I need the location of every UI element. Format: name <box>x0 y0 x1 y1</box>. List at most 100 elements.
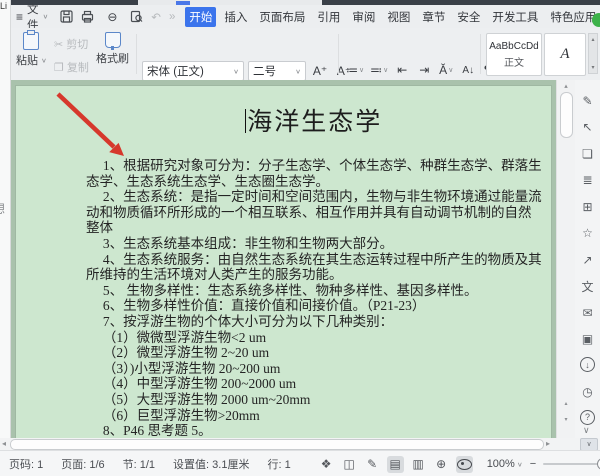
horizontal-scrollbar[interactable]: ◂ ▸ ∨ <box>0 438 600 451</box>
eye-protection-button[interactable] <box>455 455 473 473</box>
horizontal-scrollbar-thumb[interactable] <box>10 439 544 450</box>
panel-tool-icon[interactable]: ☆ <box>579 225 596 242</box>
style-normal-button[interactable]: AaBbCcDd 正文 <box>486 33 542 76</box>
scroll-up-icon: ▴ <box>591 37 595 43</box>
text-cursor <box>244 109 247 133</box>
panel-tool-icon[interactable]: ▣ <box>579 331 596 348</box>
outline-view-button[interactable]: ▥ <box>410 456 427 473</box>
hamburger-menu-icon: ≡ <box>16 9 24 24</box>
menu-tab[interactable]: 开发工具 <box>488 7 542 27</box>
chevron-down-icon: ∨ <box>448 67 454 74</box>
numbered-list-icon: ≕ <box>370 63 383 77</box>
more-commands-button[interactable]: » <box>169 11 175 23</box>
copy-icon: ❐ <box>54 61 64 74</box>
zoom-level-value: 100% <box>486 458 515 470</box>
character-scale-button[interactable]: Ă ∨ <box>436 61 456 79</box>
doc-paragraph: （4）中型浮游生物 200~2000 um <box>102 376 297 392</box>
panel-tool-icon[interactable]: ⊞ <box>579 198 596 215</box>
vertical-scrollbar-thumb[interactable] <box>560 92 573 138</box>
font-name-combobox[interactable]: 宋体 (正文) ∨ <box>142 61 244 81</box>
doc-paragraph: 1、根据研究对象可分为：分子生态学、个体生态学、种群生态学、群落生态学、生态系统… <box>86 158 542 189</box>
print-button[interactable] <box>81 10 94 23</box>
menu-tab[interactable]: 审阅 <box>348 7 379 27</box>
panel-collapse-chevron-icon[interactable]: ∨ <box>583 425 590 436</box>
font-size-combobox[interactable]: 二号 ∨ <box>248 61 306 81</box>
two-page-view-button[interactable]: ◫ <box>341 456 358 473</box>
web-view-button[interactable]: ⊕ <box>433 456 450 473</box>
copy-label: 复制 <box>66 62 89 74</box>
scroll-right-icon[interactable]: ▸ <box>546 439 550 448</box>
status-section: 节: 1/1 <box>122 459 156 471</box>
zoom-slider[interactable] <box>543 458 600 470</box>
status-page-number: 页码: 1 <box>9 459 44 471</box>
save-button[interactable] <box>60 10 73 23</box>
menu-tab[interactable]: 引用 <box>313 7 344 27</box>
copy-button[interactable]: ❐ 复制 <box>54 59 89 75</box>
chevron-down-icon: ∨ <box>295 67 301 75</box>
panel-tool-icon[interactable]: ≣ <box>579 172 596 189</box>
doc-paragraph: （6）巨型浮游生物>20mm <box>102 407 260 423</box>
menu-tab[interactable]: 页面布局 <box>255 7 309 27</box>
panel-tool-icon[interactable]: ✉ <box>579 304 596 321</box>
wps-writer-window: ≡ 文件 ∨ ⊖ ↶ » 开始插入页面布局引用审阅视图章节安全开发工具特色应用文… <box>0 0 600 476</box>
next-page-button[interactable]: ▾ <box>557 416 575 423</box>
panel-tool-icon[interactable]: ❏ <box>579 145 596 162</box>
document-body: 1、根据研究对象可分为：分子生态学、个体生态学、种群生态学、群落生态学、生态系统… <box>86 158 543 438</box>
zoom-out-button[interactable]: − <box>530 458 536 470</box>
menu-tab[interactable]: 插入 <box>220 7 251 27</box>
separator <box>136 34 137 74</box>
doc-paragraph: 7、按浮游生物的个体大小可分为以下几种类别： <box>102 313 394 329</box>
menu-tab[interactable]: 视图 <box>383 7 414 27</box>
panel-tool-icon[interactable]: ↖ <box>579 119 596 136</box>
chevron-down-icon: ∨ <box>41 56 47 64</box>
scroll-down-icon: ▾ <box>591 65 595 71</box>
paste-label: 粘贴 <box>16 55 38 67</box>
cut-label: 剪切 <box>66 39 89 51</box>
character-scale-icon: Ă <box>439 63 448 77</box>
red-annotation-arrow <box>56 92 124 156</box>
previous-page-button[interactable]: ▴ <box>557 400 575 407</box>
numbered-list-button[interactable]: ≕ ∨ <box>368 61 390 79</box>
doc-paragraph: （3）)小型浮游生物 20~200 um <box>102 360 281 376</box>
undo-button[interactable]: ↶ <box>151 10 161 24</box>
increase-indent-button[interactable]: ⇥ <box>414 61 434 79</box>
cut-button[interactable]: ✂ 剪切 <box>54 36 88 52</box>
panel-tool-icon[interactable]: ↓ <box>580 357 595 372</box>
doc-paragraph: （5）大型浮游生物 2000 um~20mm <box>102 391 311 407</box>
separator <box>480 34 481 74</box>
paste-button[interactable]: 粘贴 ∨ <box>16 30 47 68</box>
increase-font-button[interactable]: A⁺ <box>310 62 330 80</box>
vertical-scrollbar[interactable]: ▴ ▴ ▾ <box>556 80 575 438</box>
doc-paragraph: 3、生态系统基本组成：非生物和生物两大部分。 <box>102 235 394 251</box>
style-gallery-scroll[interactable]: ▴ ▾ <box>588 33 598 74</box>
fullscreen-view-button[interactable]: ❖ <box>318 456 335 473</box>
doc-paragraph: 5、 生物多样性：生态系统多样性、物种多样性、基因多样性。 <box>102 282 478 298</box>
background-window-strip: Li 想 <box>0 0 11 438</box>
menu-tab[interactable]: 开始 <box>185 6 217 27</box>
status-setting-value: 设置值: 3.1厘米 <box>173 459 250 471</box>
menu-tab[interactable]: 安全 <box>453 7 484 27</box>
sort-button[interactable]: A↓ <box>458 61 478 79</box>
panel-tool-icon[interactable]: ◷ <box>579 383 596 400</box>
scroll-up-icon[interactable]: ▴ <box>557 82 575 90</box>
zoom-level-button[interactable]: 100% ∨ <box>487 458 523 470</box>
panel-tool-icon[interactable]: ? <box>580 409 595 425</box>
document-canvas[interactable]: 海洋生态学 1、根据研究对象可分为：分子生态学、个体生态学、种群生态学、群落生态… <box>10 80 556 438</box>
chevron-down-icon: ∨ <box>359 67 365 74</box>
panel-tool-icon[interactable]: ✎ <box>579 92 596 109</box>
panel-tool-icon[interactable]: ↗ <box>579 251 596 268</box>
separator <box>338 34 339 74</box>
scroll-left-icon[interactable]: ◂ <box>2 439 6 448</box>
bullet-list-button[interactable]: ≔ ∨ <box>344 61 366 79</box>
print-preview-button[interactable] <box>130 10 143 23</box>
panel-tool-icon[interactable]: 文 <box>579 278 596 295</box>
format-painter-button[interactable]: 格式刷 <box>96 32 129 66</box>
style-next-button[interactable]: A <box>544 33 586 76</box>
decrease-indent-button[interactable]: ⇤ <box>392 61 412 79</box>
brand-green-dot-icon <box>592 13 600 27</box>
page-view-button[interactable]: ▤ <box>386 455 404 473</box>
doc-paragraph: 2、生态系统：是指一定时间和空间范围内，生物与非生物环境通过能量流动和物质循环所… <box>86 189 542 236</box>
pen-annotate-button[interactable]: ✎ <box>364 456 381 473</box>
menu-tab[interactable]: 章节 <box>418 7 449 27</box>
export-pdf-button[interactable]: ⊖ <box>102 8 122 26</box>
